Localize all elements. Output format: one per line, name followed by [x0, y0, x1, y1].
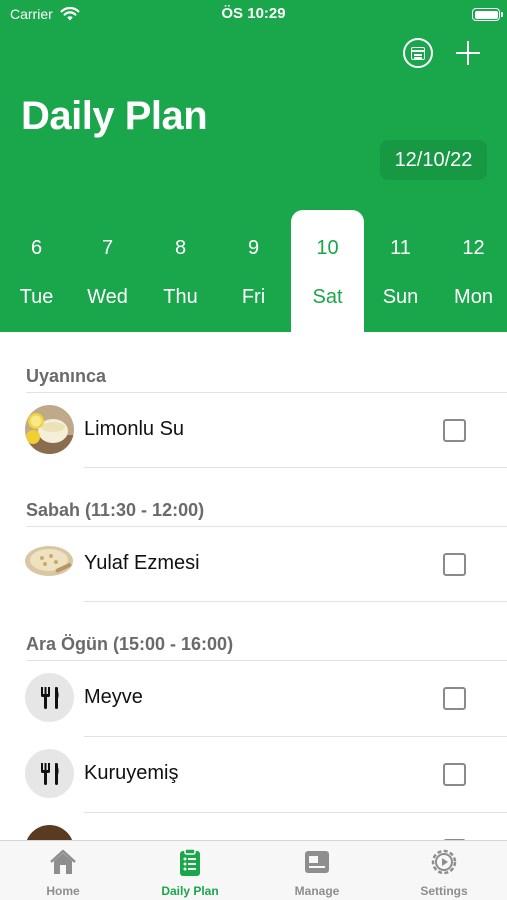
gear-icon	[431, 849, 457, 875]
header: Carrier ÖS 10:29 Daily Plan 12/10/22 6 T…	[0, 0, 507, 332]
clipboard-list-icon	[180, 848, 200, 876]
status-time: ÖS 10:29	[221, 5, 286, 22]
section-header-sabah: Sabah (11:30 - 12:00)	[26, 500, 205, 520]
status-bar: Carrier ÖS 10:29	[0, 0, 507, 28]
week-strip: 6 Tue 7 Wed 8 Thu 9 Fri 10 Sat 11 Sun 12…	[0, 210, 507, 332]
day-name: Tue	[19, 286, 54, 308]
done-checkbox[interactable]	[443, 419, 466, 442]
day-name: Sat	[312, 286, 343, 308]
id-card-icon	[305, 851, 329, 873]
day-number: 6	[30, 237, 43, 259]
day-name: Thu	[163, 286, 198, 308]
done-checkbox[interactable]	[443, 763, 466, 786]
calendar-button[interactable]	[403, 38, 433, 68]
list-item-yulaf-ezmesi[interactable]: Yulaf Ezmesi	[0, 527, 507, 602]
done-checkbox[interactable]	[443, 687, 466, 710]
item-label: Kuruyemiş	[84, 762, 179, 784]
day-number: 10	[316, 237, 339, 259]
tab-daily-plan[interactable]: Daily Plan	[127, 841, 253, 900]
divider	[84, 601, 507, 602]
day-name: Sun	[382, 286, 419, 308]
plan-list[interactable]: Uyanınca Limonlu Su Sabah (11:30 - 12:00…	[0, 332, 507, 840]
date-picker-button[interactable]: 12/10/22	[380, 140, 487, 180]
oatmeal-photo	[25, 539, 74, 588]
day-name: Mon	[454, 286, 493, 308]
tab-settings[interactable]: Settings	[381, 841, 507, 900]
section-header-uyaninca: Uyanınca	[26, 366, 107, 386]
fork-knife-icon	[25, 673, 74, 722]
day-name: Wed	[87, 286, 128, 308]
day-mon[interactable]: 12 Mon	[437, 210, 507, 332]
day-sat-selected[interactable]: 10 Sat	[291, 210, 364, 332]
tab-home[interactable]: Home	[0, 841, 126, 900]
lemon-water-photo	[25, 405, 74, 454]
tab-label: Settings	[420, 884, 468, 898]
day-number: 7	[101, 237, 114, 259]
battery-icon	[472, 8, 503, 21]
food-photo	[25, 825, 74, 840]
day-fri[interactable]: 9 Fri	[217, 210, 290, 332]
list-item-meyve[interactable]: Meyve	[0, 661, 507, 736]
list-item-partial[interactable]	[0, 813, 507, 840]
page-title: Daily Plan	[21, 94, 208, 138]
day-sun[interactable]: 11 Sun	[364, 210, 437, 332]
tab-label: Home	[46, 884, 80, 898]
divider	[84, 467, 507, 468]
section-header-ara-ogun: Ara Ögün (15:00 - 16:00)	[26, 634, 234, 654]
tab-bar: Home Daily Plan Manage Settings	[0, 840, 507, 900]
tab-manage[interactable]: Manage	[254, 841, 380, 900]
list-item-limonlu-su[interactable]: Limonlu Su	[0, 393, 507, 468]
day-thu[interactable]: 8 Thu	[144, 210, 217, 332]
day-name: Fri	[241, 286, 266, 308]
day-number: 9	[247, 237, 260, 259]
add-button[interactable]	[454, 39, 482, 67]
day-wed[interactable]: 7 Wed	[71, 210, 144, 332]
fork-knife-icon	[25, 749, 74, 798]
day-number: 8	[174, 237, 187, 259]
day-number: 12	[462, 237, 485, 259]
home-icon	[50, 849, 76, 874]
tab-label: Daily Plan	[161, 884, 219, 898]
day-tue[interactable]: 6 Tue	[0, 210, 73, 332]
day-number: 11	[390, 237, 411, 259]
tab-label: Manage	[294, 884, 340, 898]
item-label: Meyve	[84, 686, 143, 708]
item-label: Yulaf Ezmesi	[84, 552, 200, 574]
done-checkbox[interactable]	[443, 553, 466, 576]
list-item-kuruyemis[interactable]: Kuruyemiş	[0, 737, 507, 812]
calendar-icon	[411, 47, 425, 60]
item-label: Limonlu Su	[84, 418, 185, 440]
